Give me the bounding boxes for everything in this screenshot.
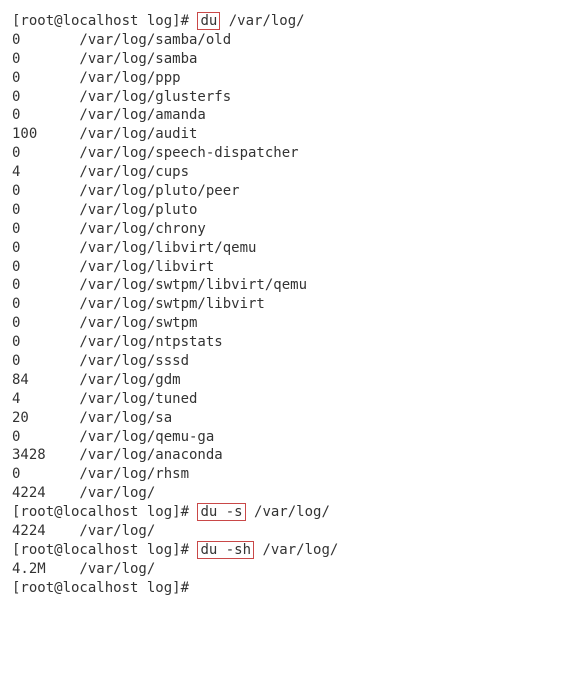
output-line: 0/var/log/ntpstats <box>12 333 560 352</box>
size-value: 0 <box>12 314 79 333</box>
path-value: /var/log/libvirt/qemu <box>79 240 256 256</box>
size-value: 0 <box>12 333 79 352</box>
path-value: /var/log/rhsm <box>79 466 189 482</box>
size-value: 0 <box>12 106 79 125</box>
output-line: 100/var/log/audit <box>12 125 560 144</box>
output-line: 0/var/log/samba <box>12 50 560 69</box>
size-value: 0 <box>12 276 79 295</box>
path-value: /var/log/ppp <box>79 70 180 86</box>
path-value: /var/log/ntpstats <box>79 334 222 350</box>
output-line: 0/var/log/libvirt <box>12 258 560 277</box>
path-value: /var/log/cups <box>79 164 189 180</box>
path-value: /var/log/chrony <box>79 221 205 237</box>
size-value: 4 <box>12 163 79 182</box>
output-line: 0/var/log/swtpm <box>12 314 560 333</box>
output-line: 0/var/log/samba/old <box>12 31 560 50</box>
path-value: /var/log/swtpm/libvirt <box>79 296 264 312</box>
size-value: 0 <box>12 220 79 239</box>
size-value: 4224 <box>12 522 79 541</box>
size-value: 0 <box>12 201 79 220</box>
output-line: 0/var/log/swtpm/libvirt <box>12 295 560 314</box>
size-value: 0 <box>12 258 79 277</box>
output-line: 0/var/log/sssd <box>12 352 560 371</box>
size-value: 4 <box>12 390 79 409</box>
path-value: /var/log/pluto/peer <box>79 183 239 199</box>
size-value: 0 <box>12 295 79 314</box>
size-value: 0 <box>12 352 79 371</box>
path-value: /var/log/sssd <box>79 353 189 369</box>
size-value: 84 <box>12 371 79 390</box>
size-value: 4224 <box>12 484 79 503</box>
shell-prompt: [root@localhost log]# <box>12 13 197 29</box>
path-value: /var/log/samba <box>79 51 197 67</box>
shell-prompt: [root@localhost log]# <box>12 580 197 596</box>
path-value: /var/log/ <box>79 523 155 539</box>
output-line: 4/var/log/cups <box>12 163 560 182</box>
size-value: 0 <box>12 239 79 258</box>
output-line: 4224/var/log/ <box>12 484 560 503</box>
path-value: /var/log/glusterfs <box>79 89 231 105</box>
command-argument: /var/log/ <box>220 13 304 29</box>
output-line: 0/var/log/glusterfs <box>12 88 560 107</box>
output-line: 0/var/log/rhsm <box>12 465 560 484</box>
output-line: 0/var/log/pluto/peer <box>12 182 560 201</box>
output-line: 0/var/log/amanda <box>12 106 560 125</box>
size-value: 0 <box>12 182 79 201</box>
highlighted-command: du -sh <box>197 541 254 559</box>
path-value: /var/log/tuned <box>79 391 197 407</box>
size-value: 0 <box>12 31 79 50</box>
size-value: 0 <box>12 428 79 447</box>
path-value: /var/log/ <box>79 485 155 501</box>
output-line: 0/var/log/chrony <box>12 220 560 239</box>
prompt-line[interactable]: [root@localhost log]# du -s /var/log/ <box>12 503 560 522</box>
highlighted-command: du <box>197 12 220 30</box>
shell-prompt: [root@localhost log]# <box>12 504 197 520</box>
command-argument: /var/log/ <box>246 504 330 520</box>
terminal-output: [root@localhost log]# du /var/log/0/var/… <box>12 12 560 598</box>
size-value: 0 <box>12 69 79 88</box>
size-value: 3428 <box>12 446 79 465</box>
size-value: 0 <box>12 144 79 163</box>
path-value: /var/log/swtpm <box>79 315 197 331</box>
output-line: 0/var/log/pluto <box>12 201 560 220</box>
output-line: 4224/var/log/ <box>12 522 560 541</box>
size-value: 0 <box>12 465 79 484</box>
command-argument: /var/log/ <box>254 542 338 558</box>
output-line: 3428/var/log/anaconda <box>12 446 560 465</box>
path-value: /var/log/gdm <box>79 372 180 388</box>
path-value: /var/log/anaconda <box>79 447 222 463</box>
path-value: /var/log/libvirt <box>79 259 214 275</box>
output-line: 4.2M/var/log/ <box>12 560 560 579</box>
path-value: /var/log/samba/old <box>79 32 231 48</box>
output-line: 0/var/log/libvirt/qemu <box>12 239 560 258</box>
output-line: 0/var/log/qemu-ga <box>12 428 560 447</box>
path-value: /var/log/speech-dispatcher <box>79 145 298 161</box>
size-value: 4.2M <box>12 560 79 579</box>
path-value: /var/log/amanda <box>79 107 205 123</box>
path-value: /var/log/qemu-ga <box>79 429 214 445</box>
output-line: 20/var/log/sa <box>12 409 560 428</box>
path-value: /var/log/audit <box>79 126 197 142</box>
output-line: 0/var/log/ppp <box>12 69 560 88</box>
path-value: /var/log/swtpm/libvirt/qemu <box>79 277 307 293</box>
prompt-line[interactable]: [root@localhost log]# <box>12 579 560 598</box>
path-value: /var/log/sa <box>79 410 172 426</box>
output-line: 0/var/log/speech-dispatcher <box>12 144 560 163</box>
size-value: 0 <box>12 50 79 69</box>
size-value: 20 <box>12 409 79 428</box>
size-value: 100 <box>12 125 79 144</box>
path-value: /var/log/ <box>79 561 155 577</box>
path-value: /var/log/pluto <box>79 202 197 218</box>
output-line: 4/var/log/tuned <box>12 390 560 409</box>
prompt-line[interactable]: [root@localhost log]# du -sh /var/log/ <box>12 541 560 560</box>
output-line: 0/var/log/swtpm/libvirt/qemu <box>12 276 560 295</box>
output-line: 84/var/log/gdm <box>12 371 560 390</box>
shell-prompt: [root@localhost log]# <box>12 542 197 558</box>
highlighted-command: du -s <box>197 503 245 521</box>
prompt-line[interactable]: [root@localhost log]# du /var/log/ <box>12 12 560 31</box>
size-value: 0 <box>12 88 79 107</box>
